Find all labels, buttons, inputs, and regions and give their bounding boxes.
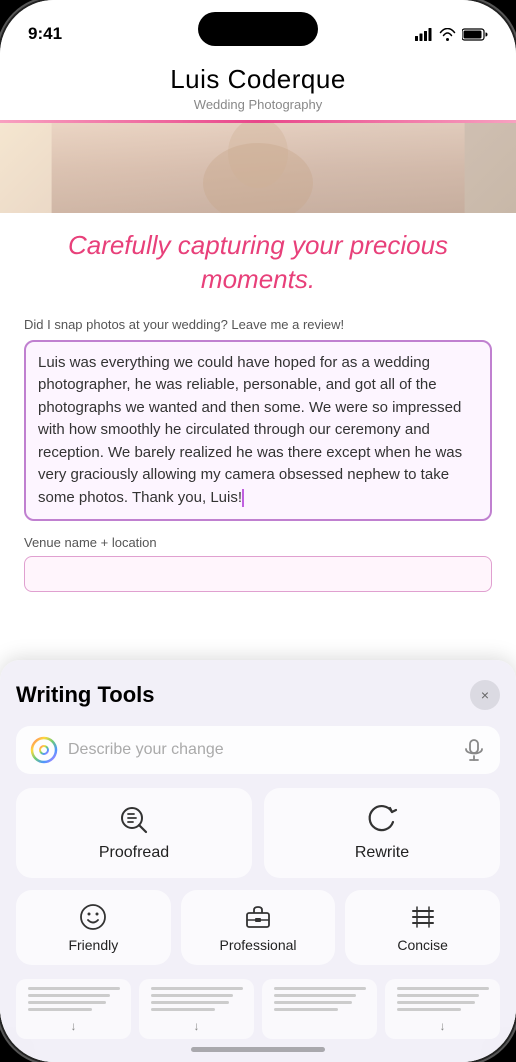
friendly-button[interactable]: Friendly (16, 890, 171, 965)
rewrite-button[interactable]: Rewrite (264, 788, 500, 878)
tagline-section: Carefully capturing your precious moment… (0, 213, 516, 309)
tool-buttons-row-2: Friendly Professional (16, 890, 500, 965)
review-content: Luis was everything we could have hoped … (38, 354, 462, 506)
concise-icon (409, 903, 437, 931)
phone-frame: 9:41 Luis (0, 0, 516, 1062)
wedding-photo (0, 123, 516, 213)
venue-section: Venue name + location (0, 527, 516, 598)
page-subtitle: Wedding Photography (20, 97, 496, 112)
home-indicator (191, 1047, 325, 1052)
friendly-label: Friendly (68, 937, 118, 953)
bottom-card-2[interactable]: ↓ (139, 979, 254, 1039)
review-section: Did I snap photos at your wedding? Leave… (0, 309, 516, 528)
status-time: 9:41 (28, 24, 62, 44)
photo-shape (158, 123, 358, 213)
search-placeholder: Describe your change (68, 741, 452, 759)
search-bar[interactable]: Describe your change (16, 726, 500, 774)
writing-tools-title: Writing Tools (16, 682, 155, 708)
writing-tools-icon (30, 736, 58, 764)
proofread-label: Proofread (99, 844, 169, 862)
friendly-icon (79, 903, 107, 931)
close-icon: × (481, 687, 489, 703)
text-cursor (242, 489, 244, 507)
battery-icon (462, 28, 488, 41)
professional-icon (244, 903, 272, 931)
writing-tools-header: Writing Tools × (16, 680, 500, 710)
bottom-card-3[interactable] (262, 979, 377, 1039)
rewrite-icon (366, 804, 398, 836)
microphone-icon[interactable] (462, 738, 486, 762)
writing-tools-close-button[interactable]: × (470, 680, 500, 710)
page-header: Luis Coderque Wedding Photography (0, 54, 516, 120)
proofread-icon (118, 804, 150, 836)
concise-button[interactable]: Concise (345, 890, 500, 965)
writing-tools-panel: Writing Tools × (0, 660, 516, 1062)
bottom-card-1-arrow: ↓ (71, 1019, 77, 1033)
proofread-button[interactable]: Proofread (16, 788, 252, 878)
dynamic-island (198, 12, 318, 46)
professional-label: Professional (219, 937, 296, 953)
rewrite-label: Rewrite (355, 844, 409, 862)
professional-button[interactable]: Professional (181, 890, 336, 965)
tool-buttons-row-1: Proofread Rewrite (16, 788, 500, 878)
review-textarea[interactable]: Luis was everything we could have hoped … (24, 340, 492, 522)
wifi-icon (439, 28, 456, 41)
bottom-card-1[interactable]: ↓ (16, 979, 131, 1039)
venue-label: Venue name + location (24, 535, 492, 550)
bottom-card-4-arrow: ↓ (440, 1019, 446, 1033)
bottom-cards-row: ↓ ↓ (16, 979, 500, 1039)
content-area: Luis Coderque Wedding Photography Carefu… (0, 54, 516, 1062)
tagline-text: Carefully capturing your precious moment… (30, 229, 486, 297)
bottom-card-2-arrow: ↓ (194, 1019, 200, 1033)
status-icons (415, 28, 488, 41)
bottom-card-4[interactable]: ↓ (385, 979, 500, 1039)
signal-icon (415, 28, 433, 41)
review-label: Did I snap photos at your wedding? Leave… (24, 317, 492, 332)
venue-input[interactable] (24, 556, 492, 592)
concise-label: Concise (397, 937, 448, 953)
page-title: Luis Coderque (20, 64, 496, 95)
